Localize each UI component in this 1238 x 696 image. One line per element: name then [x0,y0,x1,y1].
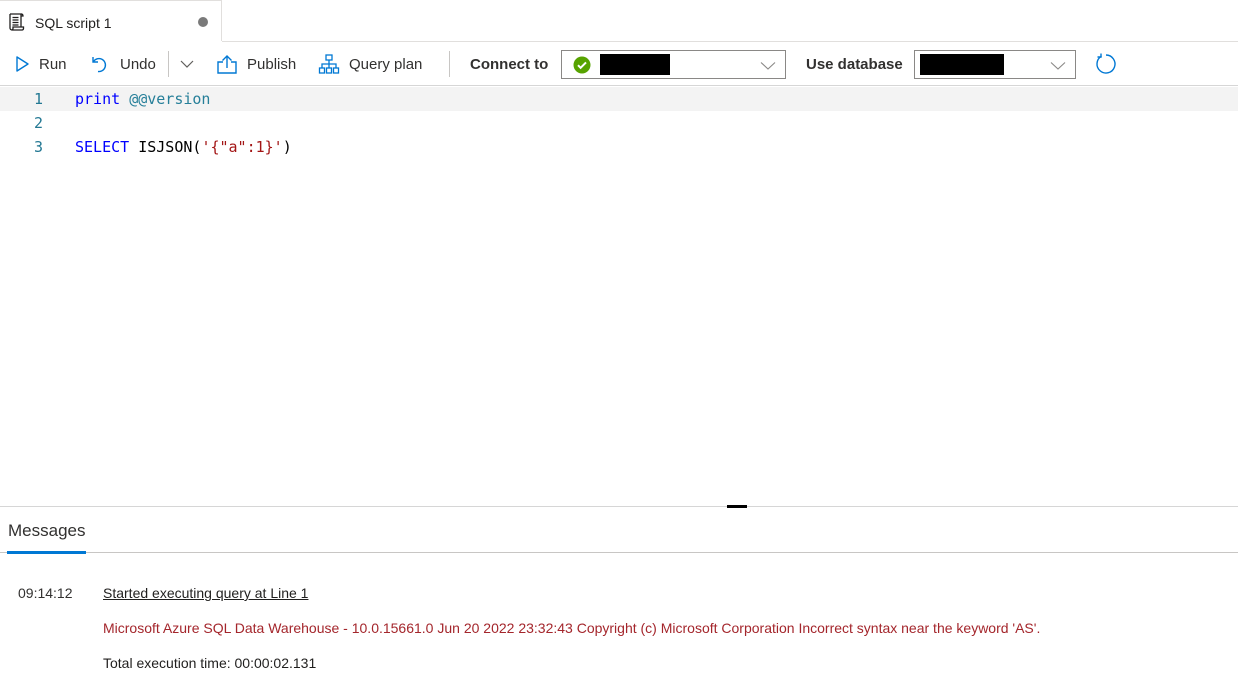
code-editor[interactable]: 1 print @@version 2 3 SELECT ISJSON('{"a… [0,87,1238,505]
tab-bar: SQL script 1 [0,0,1238,43]
toolbar-separator [168,51,169,77]
query-plan-label: Query plan [349,55,423,73]
undo-button[interactable]: Undo [90,42,156,86]
use-database-value [920,54,1004,75]
script-icon [6,12,26,32]
undo-icon [90,54,110,74]
use-database-label: Use database [806,55,903,73]
publish-label: Publish [247,55,297,73]
refresh-button[interactable] [1094,42,1118,86]
connected-check-icon [573,56,591,79]
line-number: 3 [33,138,43,156]
results-tab-bar: Messages [0,507,1238,554]
use-database-dropdown[interactable] [914,50,1076,79]
code-line: 1 print @@version [0,87,1238,111]
code-line: 3 SELECT ISJSON('{"a":1}') [0,135,1238,159]
chevron-down-icon [179,59,195,69]
code-line: 2 [0,111,1238,135]
chevron-down-icon [760,58,776,76]
run-button[interactable]: Run [14,42,67,86]
unsaved-indicator-icon [198,17,208,27]
toolbar: Run Undo Publish Query plan Connect to U… [0,42,1238,86]
total-execution-time: Total execution time: 00:00:02.131 [103,655,317,671]
query-plan-button[interactable]: Query plan [318,42,422,86]
messages-tab-label: Messages [8,521,86,540]
play-icon [14,55,30,73]
publish-button[interactable]: Publish [216,42,296,86]
tab-sql-script-1[interactable]: SQL script 1 [0,0,222,42]
active-tab-indicator [7,551,86,554]
connect-to-dropdown[interactable] [561,50,786,79]
message-timestamp: 09:14:12 [18,585,73,601]
connect-to-value [600,54,670,75]
tab-messages[interactable]: Messages [7,507,86,554]
connect-to-label: Connect to [470,55,549,73]
code-text: SELECT ISJSON('{"a":1}') [75,138,292,156]
hierarchy-icon [318,53,340,75]
started-query-link[interactable]: Started executing query at Line 1 [103,585,308,601]
line-number: 1 [33,90,43,108]
refresh-icon [1094,52,1118,76]
error-message: Microsoft Azure SQL Data Warehouse - 10.… [103,620,1041,636]
publish-icon [216,53,238,75]
chevron-down-icon [1050,58,1066,76]
run-label: Run [39,55,67,73]
line-number: 2 [33,114,43,132]
tab-title: SQL script 1 [35,15,112,31]
code-text: print @@version [75,90,211,108]
toolbar-separator [449,51,450,77]
undo-label: Undo [120,55,156,73]
undo-dropdown-button[interactable] [179,42,195,86]
